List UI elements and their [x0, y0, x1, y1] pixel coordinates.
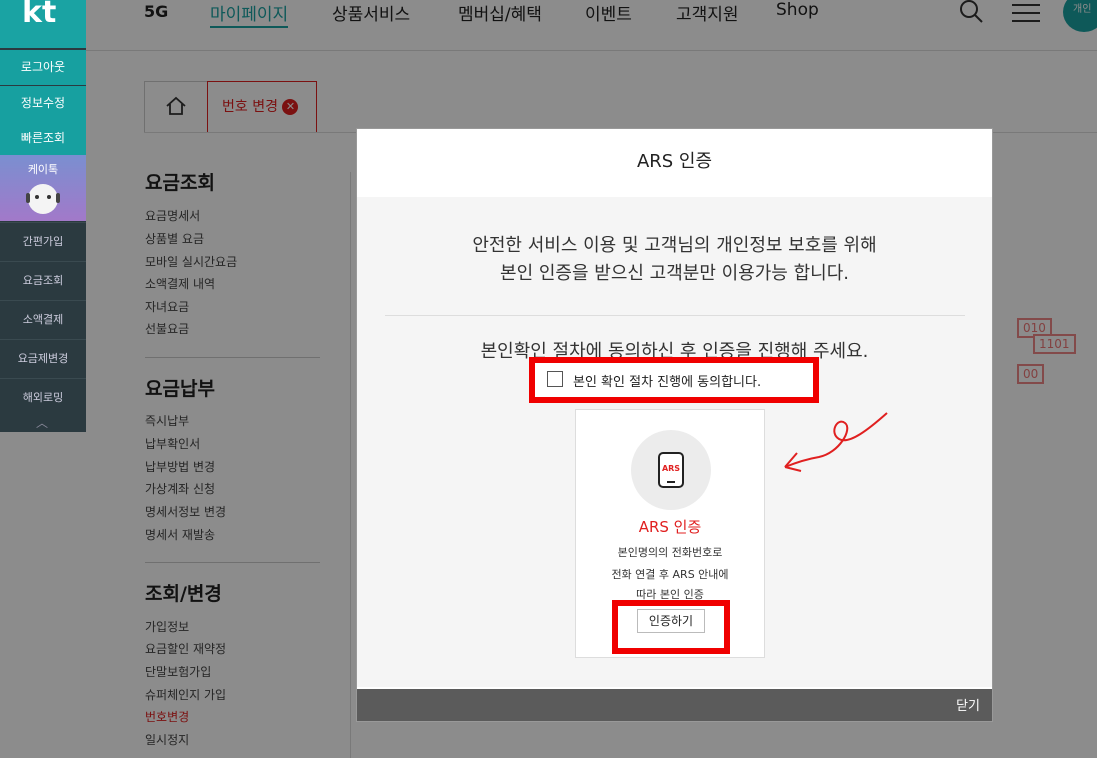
quick-lookup[interactable]: 빠른조회: [0, 121, 86, 156]
verify-button-highlight[interactable]: 인증하기: [612, 600, 730, 654]
chatbot-mascot-icon: [26, 184, 60, 214]
agree-label[interactable]: 본인 확인 절차 진행에 동의합니다.: [573, 371, 761, 390]
ars-phone-icon: ARS: [658, 452, 684, 488]
notice-line: 안전한 서비스 이용 및 고객님의 개인정보 보호를 위해: [472, 235, 877, 256]
ars-icon-text: ARS: [662, 464, 680, 473]
kaytalk-chatbot[interactable]: 케이톡: [0, 155, 86, 221]
modal-title: ARS 인증: [357, 129, 992, 198]
quick-micropayment[interactable]: 소액결제: [0, 300, 86, 339]
quick-logout[interactable]: 로그아웃: [0, 50, 86, 85]
quick-bill-lookup[interactable]: 요금조회: [0, 261, 86, 300]
collapse-chevron-icon[interactable]: ︿: [36, 414, 48, 431]
quick-plan-change[interactable]: 요금제변경: [0, 339, 86, 378]
notice-line: 본인 인증을 받으신 고객분만 이용가능 합니다.: [500, 263, 849, 284]
kt-logo[interactable]: kt: [0, 0, 86, 48]
kaytalk-label: 케이톡: [27, 163, 59, 176]
close-button[interactable]: 닫기: [956, 695, 980, 714]
modal-divider: [385, 315, 965, 316]
modal-footer: 닫기: [357, 689, 992, 721]
quick-edit-info[interactable]: 정보수정: [0, 86, 86, 121]
phone-icon-circle: ARS: [631, 430, 711, 510]
ars-card: ARS ARS 인증 본인명의의 전화번호로 전화 연결 후 ARS 안내에 따…: [575, 409, 765, 658]
ars-description: 전화 연결 후 ARS 안내에: [611, 568, 729, 581]
handwritten-arrow-icon: [784, 412, 888, 472]
ars-description: 본인명의의 전화번호로: [617, 546, 723, 559]
modal-body: 안전한 서비스 이용 및 고객님의 개인정보 보호를 위해 본인 인증을 받으신…: [357, 197, 992, 687]
agree-checkbox[interactable]: [547, 371, 563, 387]
quick-bar: kt 로그아웃 정보수정 빠른조회 케이톡 간편가입 요금조회 소액결제 요금제…: [0, 0, 86, 432]
agree-checkbox-row[interactable]: 본인 확인 절차 진행에 동의합니다.: [529, 357, 819, 403]
quick-roaming[interactable]: 해외로밍: [0, 378, 86, 417]
ars-modal: ARS 인증 안전한 서비스 이용 및 고객님의 개인정보 보호를 위해 본인 …: [356, 128, 993, 722]
quick-easy-join[interactable]: 간편가입: [0, 222, 86, 261]
ars-title: ARS 인증: [638, 518, 702, 536]
verify-button[interactable]: 인증하기: [637, 609, 705, 633]
